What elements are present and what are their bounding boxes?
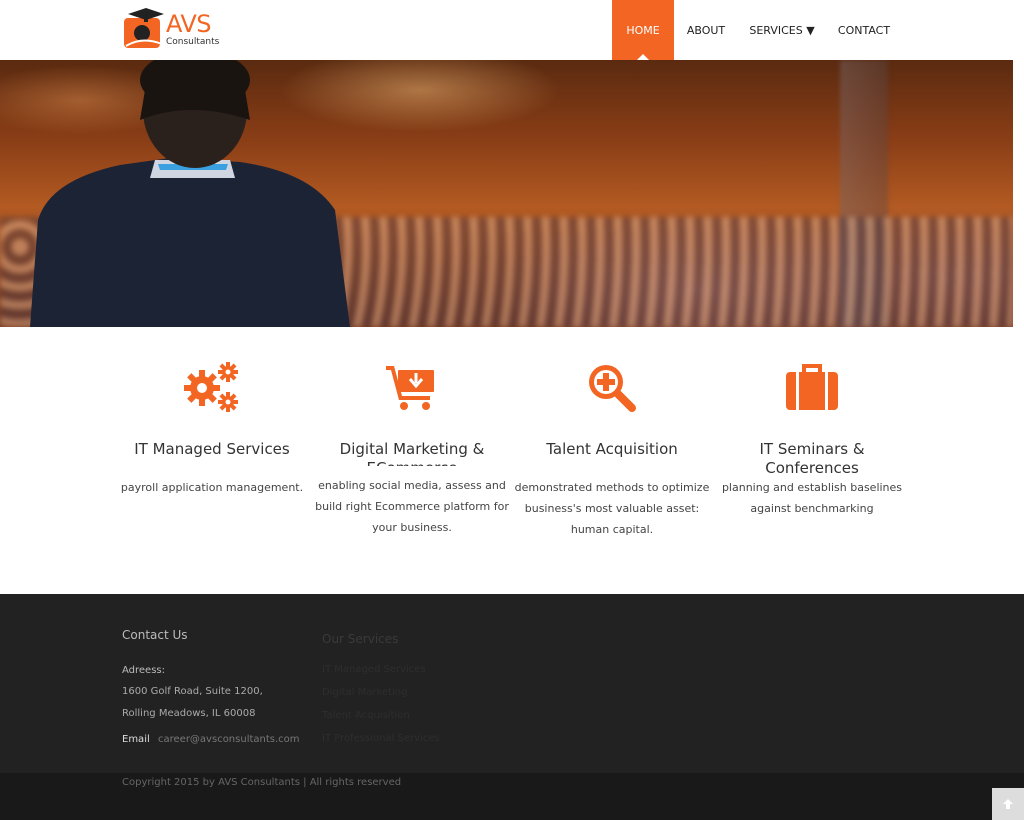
- speaker-silhouette: [30, 60, 350, 327]
- service-description: planning and establish baselines against…: [702, 477, 922, 519]
- service-description: payroll application management.: [120, 481, 304, 494]
- logo-mark-icon: [124, 8, 164, 48]
- email-link[interactable]: career@avsconsultants.com: [158, 734, 300, 745]
- cart-icon: [386, 366, 434, 410]
- scroll-to-top-button[interactable]: [992, 788, 1024, 820]
- service-card-it-seminars[interactable]: IT Seminars & Conferences planning and e…: [712, 360, 912, 515]
- brand-name: AVS: [166, 10, 212, 38]
- email-label: Email: [122, 734, 150, 745]
- service-title: IT Seminars & Conferences: [759, 440, 865, 477]
- nav-contact[interactable]: CONTACT: [826, 0, 902, 60]
- hero-image: [0, 60, 1013, 327]
- arrow-up-icon: [1003, 799, 1013, 809]
- briefcase-icon: [786, 364, 838, 410]
- service-title: Talent Acquisition: [546, 440, 678, 458]
- service-description: demonstrated methods to optimize busines…: [502, 477, 722, 540]
- service-title: Digital Marketing & ECommerce: [339, 440, 485, 466]
- site-header: AVS Consultants HOME ABOUT SERVICES ▼ CO…: [0, 0, 1024, 60]
- description-line: planning and establish baselines: [721, 481, 903, 494]
- footer-service-link[interactable]: IT Managed Services: [322, 664, 426, 675]
- footer-service-link[interactable]: Talent Acquisition: [322, 710, 410, 721]
- brand-tagline: Consultants: [166, 37, 220, 47]
- description-line: demonstrated methods to optimize: [514, 481, 710, 494]
- nav-home[interactable]: HOME: [612, 0, 674, 60]
- magnifier-plus-icon: [589, 365, 636, 412]
- footer-service-link[interactable]: Digital Marketing: [322, 687, 407, 698]
- nav-about[interactable]: ABOUT: [674, 0, 738, 60]
- footer-service-link[interactable]: IT Professional Services: [322, 733, 440, 744]
- description-line: your business.: [372, 521, 452, 534]
- brand-logo[interactable]: AVS Consultants: [122, 6, 219, 54]
- address-label: Adreess:: [122, 665, 165, 676]
- nav-services[interactable]: SERVICES ▼: [738, 0, 826, 60]
- description-line: build right Ecommerce platform for: [315, 500, 509, 513]
- description-line: business's most valuable asset:: [524, 502, 700, 515]
- gears-icon: [184, 362, 238, 412]
- description-line: enabling social media, assess and: [318, 479, 506, 492]
- service-card-talent-acquisition[interactable]: Talent Acquisition demonstrated methods …: [512, 360, 712, 536]
- our-services-heading: Our Services: [322, 632, 399, 646]
- service-title: IT Managed Services: [134, 440, 290, 458]
- service-description: enabling social media, assess and build …: [302, 475, 522, 538]
- address-line-1: 1600 Golf Road, Suite 1200,: [122, 686, 263, 697]
- contact-heading: Contact Us: [122, 628, 188, 642]
- address-line-2: Rolling Meadows, IL 60008: [122, 708, 256, 719]
- copyright-text: Copyright 2015 by AVS Consultants | All …: [122, 777, 402, 788]
- description-line: human capital.: [570, 523, 654, 536]
- site-footer: Contact Us Adreess: 1600 Golf Road, Suit…: [0, 594, 1024, 773]
- service-card-digital-marketing[interactable]: Digital Marketing & ECommerce enabling s…: [312, 360, 512, 534]
- service-card-it-managed[interactable]: IT Managed Services payroll application …: [112, 360, 312, 494]
- description-line: against benchmarking: [750, 502, 874, 515]
- main-nav: HOME ABOUT SERVICES ▼ CONTACT: [612, 0, 902, 60]
